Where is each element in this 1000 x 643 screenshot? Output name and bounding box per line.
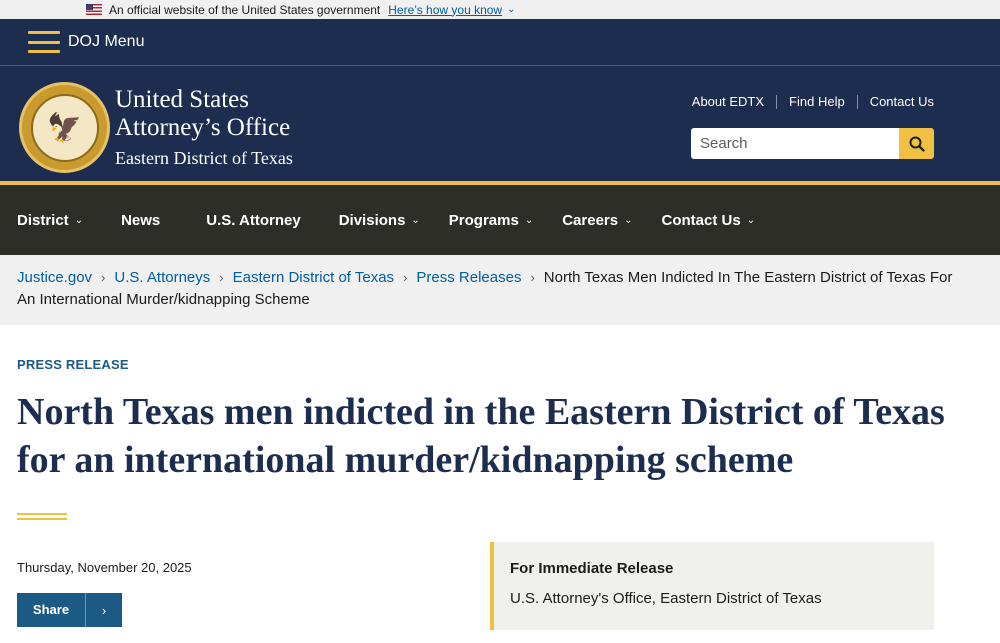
divider xyxy=(856,94,858,109)
nav-item-label: Contact Us xyxy=(661,211,741,229)
office-name-line2: Attorney’s Office xyxy=(115,114,291,141)
chevron-right-icon: › xyxy=(403,270,408,285)
decorative-rule xyxy=(17,513,67,520)
chevron-down-icon[interactable]: ⌄ xyxy=(507,4,515,15)
nav-item-label: U.S. Attorney xyxy=(206,211,301,229)
chevron-down-icon: ⌄ xyxy=(411,214,420,226)
breadcrumb-link-press-releases[interactable]: Press Releases xyxy=(416,269,521,286)
nav-item-news[interactable]: News xyxy=(121,212,160,229)
us-flag-icon xyxy=(86,4,102,15)
hamburger-icon[interactable] xyxy=(28,31,60,53)
doj-seal-icon[interactable]: 🦅 xyxy=(19,82,110,173)
chevron-right-icon: › xyxy=(101,270,106,285)
search-button[interactable] xyxy=(899,128,934,159)
find-help-link[interactable]: Find Help xyxy=(789,94,845,109)
publish-date: Thursday, November 20, 2025 xyxy=(17,560,192,575)
doj-menu-button[interactable]: DOJ Menu xyxy=(68,33,144,51)
nav-item-careers[interactable]: Careers ⌄ xyxy=(562,212,632,229)
breadcrumb-link-justice-gov[interactable]: Justice.gov xyxy=(17,269,92,286)
nav-item-label: News xyxy=(121,211,161,229)
office-name-line3: Eastern District of Texas xyxy=(115,148,293,168)
article-kicker: PRESS RELEASE xyxy=(17,357,129,372)
contact-us-link[interactable]: Contact Us xyxy=(870,94,934,109)
nav-item-label: District xyxy=(17,211,69,229)
release-title: For Immediate Release xyxy=(510,560,674,577)
gov-banner-text: An official website of the United States… xyxy=(109,2,381,17)
main-nav: District ⌄ News U.S. Attorney Divisions … xyxy=(0,185,1000,255)
nav-item-label: Programs xyxy=(448,211,519,229)
eagle-icon: 🦅 xyxy=(30,93,99,162)
page-title: North Texas men indicted in the Eastern … xyxy=(17,391,945,481)
chevron-down-icon: ⌄ xyxy=(74,214,84,226)
chevron-down-icon: ⌄ xyxy=(746,214,756,226)
share-label: Share xyxy=(17,593,86,627)
nav-item-contact-us[interactable]: Contact Us ⌄ xyxy=(662,212,756,229)
search-input[interactable] xyxy=(691,128,899,159)
office-name-line1: United States xyxy=(115,86,250,113)
nav-item-us-attorney[interactable]: U.S. Attorney xyxy=(206,212,300,229)
nav-item-label: Divisions xyxy=(338,211,406,229)
about-edtx-link[interactable]: About EDTX xyxy=(692,94,764,109)
nav-item-label: Careers xyxy=(562,211,619,229)
chevron-right-icon: › xyxy=(219,270,224,285)
chevron-down-icon: ⌄ xyxy=(524,214,534,226)
site-header: 🦅 United States Attorney’s Office Easter… xyxy=(0,66,1000,185)
chevron-down-icon: ⌄ xyxy=(624,214,633,226)
nav-item-district[interactable]: District ⌄ xyxy=(17,212,83,229)
divider xyxy=(776,94,778,109)
search-icon xyxy=(909,136,925,152)
gov-banner: An official website of the United States… xyxy=(0,0,1000,19)
chevron-right-icon: › xyxy=(101,602,107,618)
nav-item-programs[interactable]: Programs ⌄ xyxy=(449,212,533,229)
share-button[interactable]: Share › xyxy=(17,593,122,627)
breadcrumb: Justice.gov › U.S. Attorneys › Eastern Distr… xyxy=(0,255,1000,325)
breadcrumb-link-us-attorneys[interactable]: U.S. Attorneys xyxy=(114,269,210,286)
breadcrumb-link-eastern-district[interactable]: Eastern District of Texas xyxy=(233,269,394,286)
doj-menu-bar: DOJ Menu xyxy=(0,19,1000,66)
heres-how-you-know-link[interactable]: Here’s how you know xyxy=(388,3,502,17)
release-info-box: For Immediate Release U.S. Attorney's Of… xyxy=(490,542,934,630)
release-office: U.S. Attorney's Office, Eastern District… xyxy=(510,590,822,607)
office-name[interactable]: United States Attorney’s Office Eastern … xyxy=(115,86,293,171)
chevron-right-icon: › xyxy=(530,270,535,285)
utility-links: About EDTX Find Help Contact Us xyxy=(692,94,934,109)
search-form xyxy=(691,128,934,159)
nav-item-divisions[interactable]: Divisions ⌄ xyxy=(339,212,420,229)
